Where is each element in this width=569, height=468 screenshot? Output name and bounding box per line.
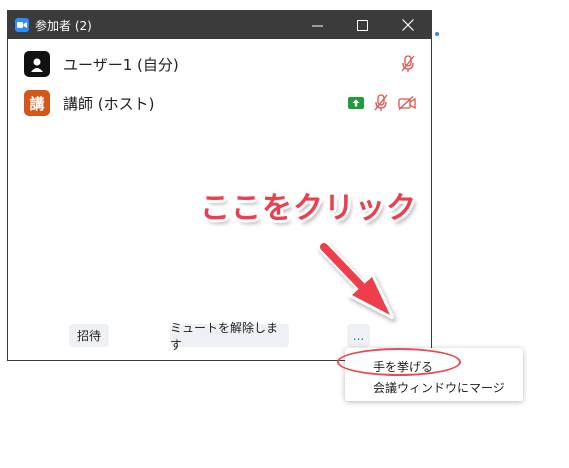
mic-muted-icon[interactable]	[373, 94, 389, 112]
zoom-app-icon	[15, 18, 29, 32]
close-icon	[402, 19, 414, 31]
participant-row-host[interactable]: 講 講師 (ホスト)	[8, 84, 431, 122]
maximize-button[interactable]	[339, 11, 385, 39]
participant-name: 講師 (ホスト)	[63, 94, 155, 113]
more-options-button[interactable]: ...	[347, 324, 370, 347]
screen-share-icon	[348, 97, 364, 109]
annotation-arrow-icon	[318, 241, 394, 319]
avatar	[24, 51, 50, 77]
participant-name: ユーザー1 (自分)	[63, 55, 179, 74]
background-dot	[435, 32, 439, 36]
avatar: 講	[24, 90, 50, 116]
window-title: 参加者 (2)	[35, 18, 92, 33]
minimize-icon	[311, 25, 323, 26]
user-silhouette-icon	[31, 58, 43, 72]
video-off-icon[interactable]	[398, 96, 416, 110]
minimize-button[interactable]	[294, 11, 340, 39]
participant-status-icons	[348, 84, 416, 122]
invite-button[interactable]: 招待	[69, 324, 109, 347]
title-bar: 参加者 (2)	[8, 11, 431, 39]
participant-row-self[interactable]: ユーザー1 (自分)	[8, 45, 431, 83]
participant-status-icons	[400, 45, 416, 83]
highlight-ellipse	[337, 348, 461, 376]
close-button[interactable]	[385, 11, 431, 39]
annotation-callout: ここをクリック	[200, 191, 417, 226]
menu-item-merge-meeting-window[interactable]: 会議ウィンドウにマージ	[373, 379, 505, 396]
maximize-icon	[356, 19, 368, 31]
mic-muted-icon[interactable]	[400, 55, 416, 73]
unmute-button[interactable]: ミュートを解除します	[170, 321, 289, 352]
